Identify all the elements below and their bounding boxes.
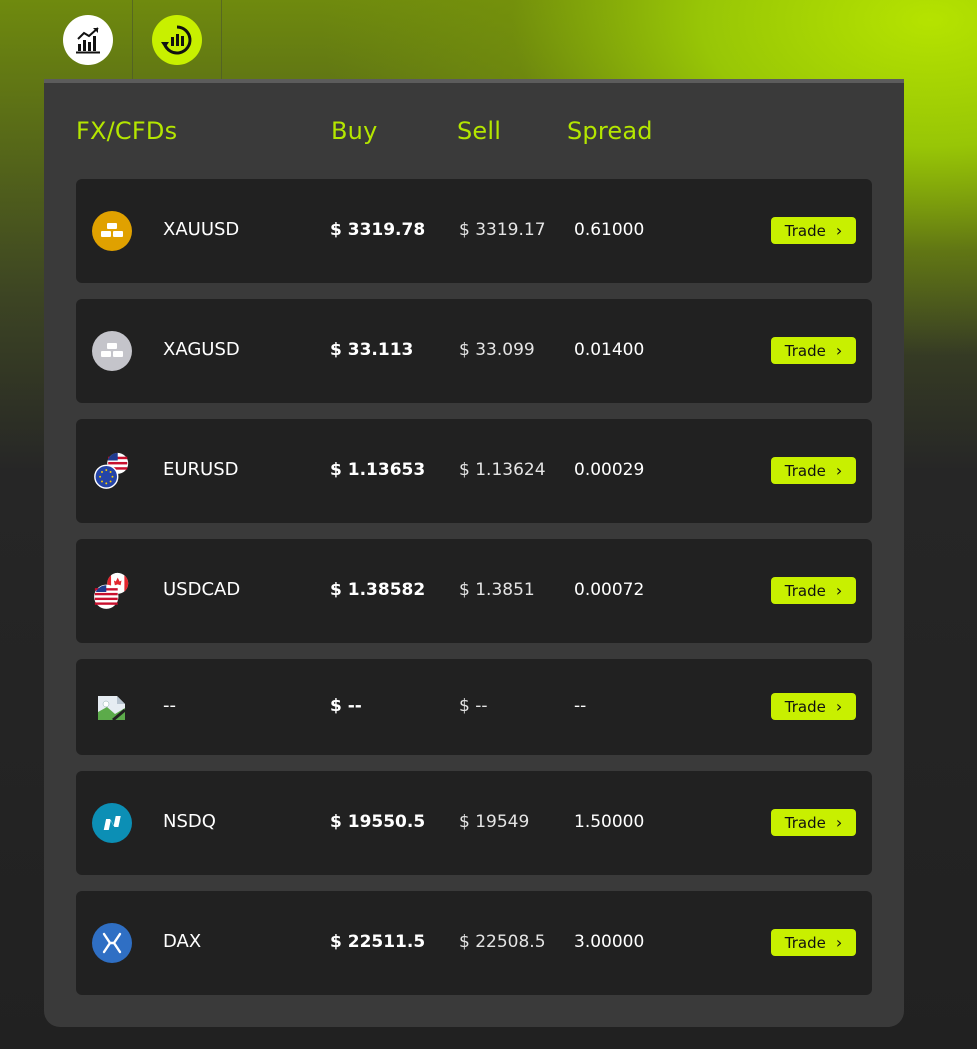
table-row: USDCAD $ 1.38582 $ 1.3851 0.00072 Trade …	[76, 539, 872, 643]
spread-value: --	[574, 696, 587, 716]
table-header: FX/CFDs Buy Sell Spread	[44, 117, 904, 157]
sell-column-header: Sell	[457, 117, 502, 145]
tab-chart[interactable]	[44, 0, 133, 80]
chevron-right-icon: ›	[835, 932, 843, 952]
chevron-right-icon: ›	[835, 580, 843, 600]
chevron-right-icon: ›	[835, 460, 843, 480]
trade-button[interactable]: Trade ›	[771, 693, 856, 720]
symbol-label: XAGUSD	[163, 339, 240, 360]
table-row: EURUSD $ 1.13653 $ 1.13624 0.00029 Trade…	[76, 419, 872, 523]
tab-live-prices[interactable]	[133, 0, 222, 80]
table-row: NSDQ $ 19550.5 $ 19549 1.50000 Trade ›	[76, 771, 872, 875]
trade-button-label: Trade	[784, 221, 826, 240]
spread-value: 3.00000	[574, 932, 645, 952]
sell-price: $ 3319.17	[459, 220, 546, 240]
sell-price: $ 33.099	[459, 340, 535, 360]
trade-button[interactable]: Trade ›	[771, 337, 856, 364]
symbol-label: DAX	[163, 931, 202, 952]
symbol-label: USDCAD	[163, 579, 241, 600]
chevron-right-icon: ›	[835, 340, 843, 360]
trade-button[interactable]: Trade ›	[771, 457, 856, 484]
buy-price: $ 22511.5	[330, 932, 426, 952]
buy-price: $ 1.38582	[330, 580, 426, 600]
trade-button[interactable]: Trade ›	[771, 929, 856, 956]
sell-price: $ 22508.5	[459, 932, 546, 952]
buy-price: $ --	[330, 696, 362, 716]
sell-price: $ --	[459, 696, 488, 716]
buy-price: $ 3319.78	[330, 220, 426, 240]
trade-button-label: Trade	[784, 697, 826, 716]
spread-value: 0.01400	[574, 340, 645, 360]
symbol-label: NSDQ	[163, 811, 216, 832]
gold-bars-icon	[92, 211, 132, 251]
bar-chart-icon	[63, 15, 113, 65]
buy-price: $ 1.13653	[330, 460, 426, 480]
symbol-label: XAUUSD	[163, 219, 240, 240]
panel-title: FX/CFDs	[76, 117, 178, 145]
symbol-label: EURUSD	[163, 459, 239, 480]
spread-value: 0.00029	[574, 460, 645, 480]
trade-button[interactable]: Trade ›	[771, 577, 856, 604]
sell-price: $ 19549	[459, 812, 530, 832]
trade-button-label: Trade	[784, 813, 826, 832]
top-tab-bar	[44, 0, 222, 80]
table-row: -- $ -- $ -- -- Trade ›	[76, 659, 872, 755]
live-chart-icon	[152, 15, 202, 65]
dax-logo-icon	[92, 923, 132, 963]
buy-column-header: Buy	[331, 117, 378, 145]
broken-image-icon	[92, 687, 132, 727]
sell-price: $ 1.3851	[459, 580, 535, 600]
spread-value: 0.61000	[574, 220, 645, 240]
sell-price: $ 1.13624	[459, 460, 546, 480]
spread-value: 0.00072	[574, 580, 645, 600]
trade-button-label: Trade	[784, 461, 826, 480]
spread-value: 1.50000	[574, 812, 645, 832]
chevron-right-icon: ›	[835, 696, 843, 716]
trade-button-label: Trade	[784, 933, 826, 952]
usd-cad-flags-icon	[92, 571, 132, 611]
nasdaq-logo-icon	[92, 803, 132, 843]
chevron-right-icon: ›	[835, 812, 843, 832]
symbol-label: --	[163, 695, 176, 716]
buy-price: $ 19550.5	[330, 812, 426, 832]
table-row: XAGUSD $ 33.113 $ 33.099 0.01400 Trade ›	[76, 299, 872, 403]
fx-cfds-panel: FX/CFDs Buy Sell Spread XAUUSD $ 3319.78…	[44, 79, 904, 1027]
buy-price: $ 33.113	[330, 340, 414, 360]
trade-button[interactable]: Trade ›	[771, 809, 856, 836]
eur-usd-flags-icon	[92, 451, 132, 491]
table-row: DAX $ 22511.5 $ 22508.5 3.00000 Trade ›	[76, 891, 872, 995]
spread-column-header: Spread	[567, 117, 653, 145]
trade-button-label: Trade	[784, 341, 826, 360]
chevron-right-icon: ›	[835, 220, 843, 240]
trade-button-label: Trade	[784, 581, 826, 600]
table-row: XAUUSD $ 3319.78 $ 3319.17 0.61000 Trade…	[76, 179, 872, 283]
trade-button[interactable]: Trade ›	[771, 217, 856, 244]
silver-bars-icon	[92, 331, 132, 371]
